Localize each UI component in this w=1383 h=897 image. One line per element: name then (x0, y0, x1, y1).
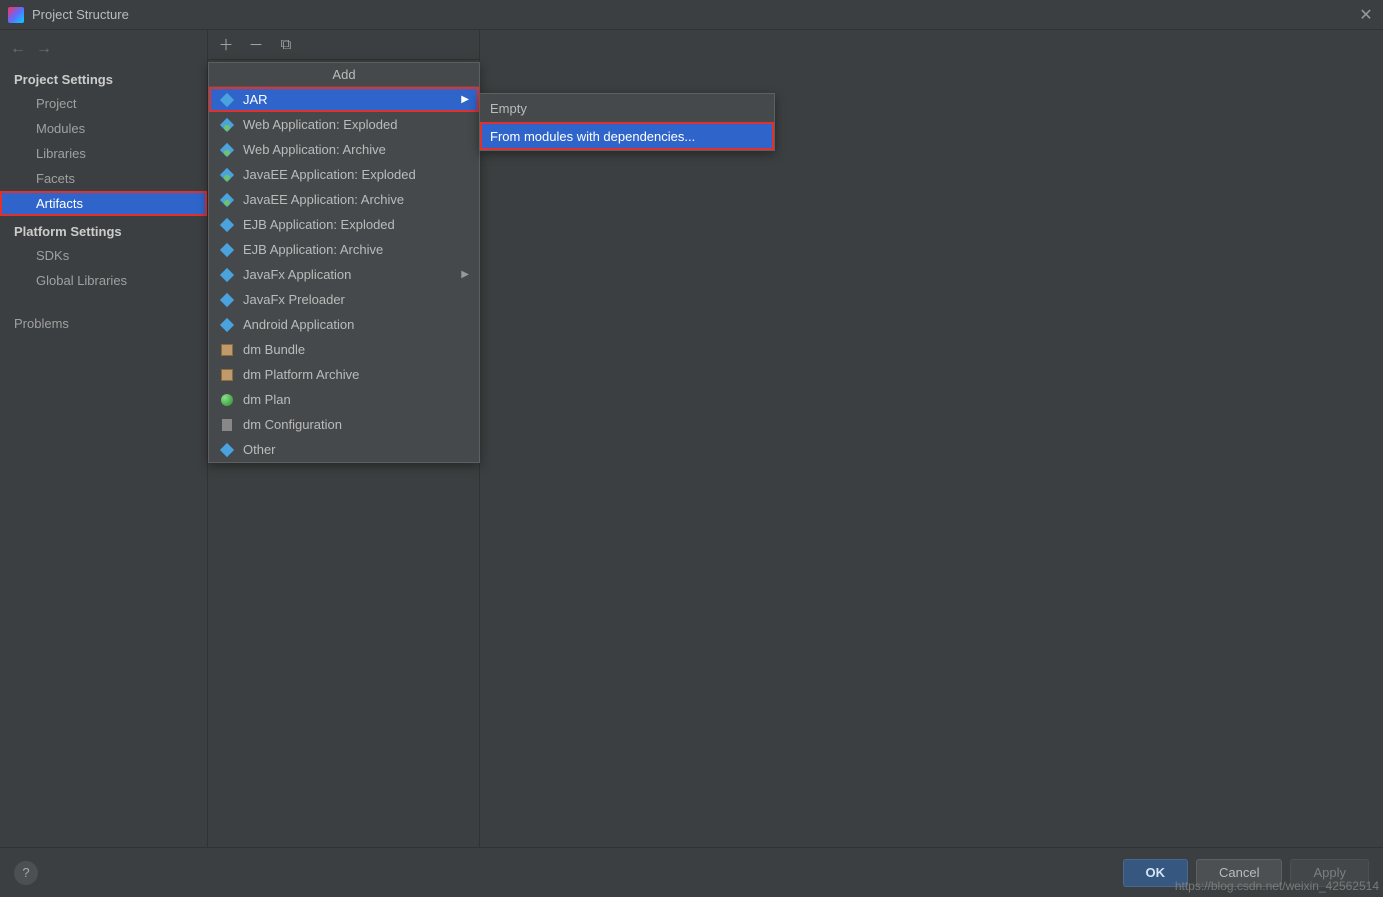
menu-item-label: JavaEE Application: Archive (243, 192, 469, 207)
add-menu-item-javafx-application[interactable]: JavaFx Application ▶ (209, 262, 479, 287)
menu-item-label: dm Platform Archive (243, 367, 469, 382)
menu-item-label: Web Application: Archive (243, 142, 469, 157)
cancel-button[interactable]: Cancel (1196, 859, 1282, 887)
ok-button[interactable]: OK (1123, 859, 1189, 887)
remove-button[interactable]: － (246, 35, 266, 55)
add-menu-item-javaee-application-archive[interactable]: JavaEE Application: Archive (209, 187, 479, 212)
diamond-globe-icon (219, 167, 235, 183)
add-popup-title: Add (209, 63, 479, 87)
add-menu-item-javafx-preloader[interactable]: JavaFx Preloader (209, 287, 479, 312)
sidebar-item-artifacts[interactable]: Artifacts (0, 191, 207, 216)
add-menu-item-javaee-application-exploded[interactable]: JavaEE Application: Exploded (209, 162, 479, 187)
add-menu-item-dm-plan[interactable]: dm Plan (209, 387, 479, 412)
add-menu-item-dm-configuration[interactable]: dm Configuration (209, 412, 479, 437)
menu-item-label: JAR (243, 92, 453, 107)
add-menu-item-web-application-archive[interactable]: Web Application: Archive (209, 137, 479, 162)
submenu-arrow-icon: ▶ (461, 269, 469, 280)
add-popup: Add JAR ▶ Web Application: Exploded Web App… (208, 62, 480, 463)
forward-icon[interactable]: → (36, 40, 52, 58)
footer: ? OK Cancel Apply (0, 847, 1383, 897)
jar-submenu-popup: Empty From modules with dependencies... (479, 93, 775, 151)
sidebar-item-facets[interactable]: Facets (0, 166, 207, 191)
add-button[interactable]: ＋ (216, 35, 236, 55)
jar-submenu-item-empty[interactable]: Empty (480, 94, 774, 122)
menu-item-label: EJB Application: Archive (243, 242, 469, 257)
sidebar-item-sdks[interactable]: SDKs (0, 243, 207, 268)
menu-item-label: From modules with dependencies... (490, 129, 764, 144)
menu-item-label: EJB Application: Exploded (243, 217, 469, 232)
submenu-arrow-icon: ▶ (461, 94, 469, 105)
project-settings-header: Project Settings (0, 64, 207, 91)
menu-item-label: JavaEE Application: Exploded (243, 167, 469, 182)
apply-button[interactable]: Apply (1290, 859, 1369, 887)
diamond-icon (219, 217, 235, 233)
titlebar: Project Structure ✕ (0, 0, 1383, 30)
sidebar-item-libraries[interactable]: Libraries (0, 141, 207, 166)
menu-item-label: Web Application: Exploded (243, 117, 469, 132)
diamond-globe-icon (219, 117, 235, 133)
diamond-icon (219, 92, 235, 108)
back-icon[interactable]: ← (10, 40, 26, 58)
copy-button[interactable]: ⧉ (276, 35, 296, 55)
menu-item-label: Other (243, 442, 469, 457)
add-menu-item-dm-bundle[interactable]: dm Bundle (209, 337, 479, 362)
help-button[interactable]: ? (14, 861, 38, 885)
diamond-icon (219, 242, 235, 258)
content-area (480, 30, 1383, 847)
add-menu-item-web-application-exploded[interactable]: Web Application: Exploded (209, 112, 479, 137)
diamond-icon (219, 442, 235, 458)
add-menu-item-dm-platform-archive[interactable]: dm Platform Archive (209, 362, 479, 387)
platform-settings-header: Platform Settings (0, 216, 207, 243)
menu-item-label: Android Application (243, 317, 469, 332)
box-icon (219, 367, 235, 383)
menu-item-label: dm Plan (243, 392, 469, 407)
add-menu-item-other[interactable]: Other (209, 437, 479, 462)
file-icon (219, 417, 235, 433)
close-icon[interactable]: ✕ (1357, 5, 1375, 25)
jar-submenu-item-from-modules-with-dependencies[interactable]: From modules with dependencies... (480, 122, 774, 150)
list-toolbar: ＋ － ⧉ (208, 30, 479, 60)
menu-item-label: dm Configuration (243, 417, 469, 432)
diamond-icon (219, 292, 235, 308)
sidebar: ← → Project Settings Project Modules Lib… (0, 30, 208, 847)
sidebar-item-problems[interactable]: Problems (0, 311, 207, 336)
menu-item-label: dm Bundle (243, 342, 469, 357)
diamond-icon (219, 267, 235, 283)
window-title: Project Structure (32, 7, 1357, 22)
add-menu-item-ejb-application-archive[interactable]: EJB Application: Archive (209, 237, 479, 262)
menu-item-label: Empty (490, 101, 764, 116)
add-menu-item-ejb-application-exploded[interactable]: EJB Application: Exploded (209, 212, 479, 237)
add-menu-item-android-application[interactable]: Android Application (209, 312, 479, 337)
add-menu-item-jar[interactable]: JAR ▶ (209, 87, 479, 112)
diamond-icon (219, 317, 235, 333)
nav-history: ← → (0, 34, 207, 64)
app-icon (8, 7, 24, 23)
menu-item-label: JavaFx Application (243, 267, 453, 282)
menu-item-label: JavaFx Preloader (243, 292, 469, 307)
box-icon (219, 342, 235, 358)
diamond-globe-icon (219, 192, 235, 208)
sidebar-item-global-libraries[interactable]: Global Libraries (0, 268, 207, 293)
sidebar-item-modules[interactable]: Modules (0, 116, 207, 141)
ball-icon (219, 392, 235, 408)
sidebar-item-project[interactable]: Project (0, 91, 207, 116)
diamond-globe-icon (219, 142, 235, 158)
